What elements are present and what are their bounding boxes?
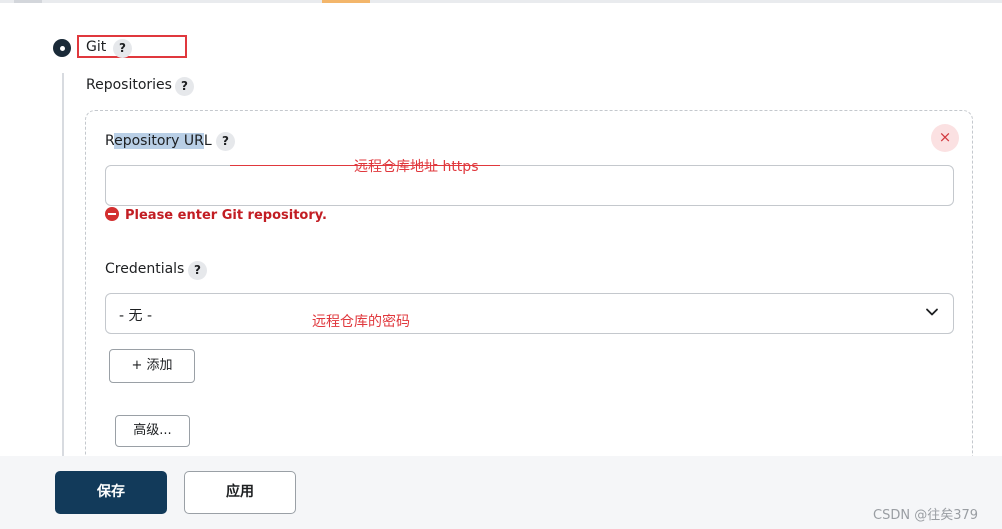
credentials-select[interactable]: - 无 - bbox=[105, 293, 954, 334]
credentials-help-icon[interactable]: ? bbox=[188, 261, 207, 280]
git-label: Git bbox=[86, 39, 107, 55]
credentials-label: Credentials bbox=[105, 261, 185, 277]
git-radio[interactable] bbox=[53, 39, 71, 57]
repository-url-label: Repository URL bbox=[105, 133, 212, 149]
repositories-label: Repositories bbox=[86, 77, 172, 93]
tab-indicator-active[interactable] bbox=[322, 0, 370, 3]
repository-url-input[interactable] bbox=[105, 165, 954, 206]
top-tab-strip bbox=[0, 0, 1002, 3]
chevron-down-icon bbox=[926, 308, 938, 316]
repository-url-error: Please enter Git repository. bbox=[105, 207, 327, 225]
repository-card bbox=[85, 110, 973, 470]
advanced-button[interactable]: 高级... bbox=[115, 415, 190, 447]
tab-indicator-left[interactable] bbox=[14, 0, 42, 3]
repository-url-error-text: Please enter Git repository. bbox=[125, 208, 327, 223]
repositories-help-icon[interactable]: ? bbox=[175, 77, 194, 96]
credentials-annotation: 远程仓库的密码 bbox=[312, 314, 410, 330]
selected-text-highlight: epository UR bbox=[114, 133, 204, 149]
remove-repository-button[interactable]: × bbox=[931, 124, 959, 152]
credentials-selected-value: - 无 - bbox=[119, 308, 153, 324]
apply-button[interactable]: 应用 bbox=[184, 471, 296, 514]
git-section-guide bbox=[62, 73, 64, 457]
add-credentials-button[interactable]: + 添加 bbox=[109, 349, 195, 383]
error-icon bbox=[105, 207, 119, 221]
repository-url-annotation: 远程仓库地址 https bbox=[354, 159, 479, 175]
watermark: CSDN @往矣379 bbox=[873, 508, 979, 523]
repository-url-help-icon[interactable]: ? bbox=[216, 132, 235, 151]
git-help-icon[interactable]: ? bbox=[113, 39, 132, 58]
save-button[interactable]: 保存 bbox=[55, 471, 167, 514]
